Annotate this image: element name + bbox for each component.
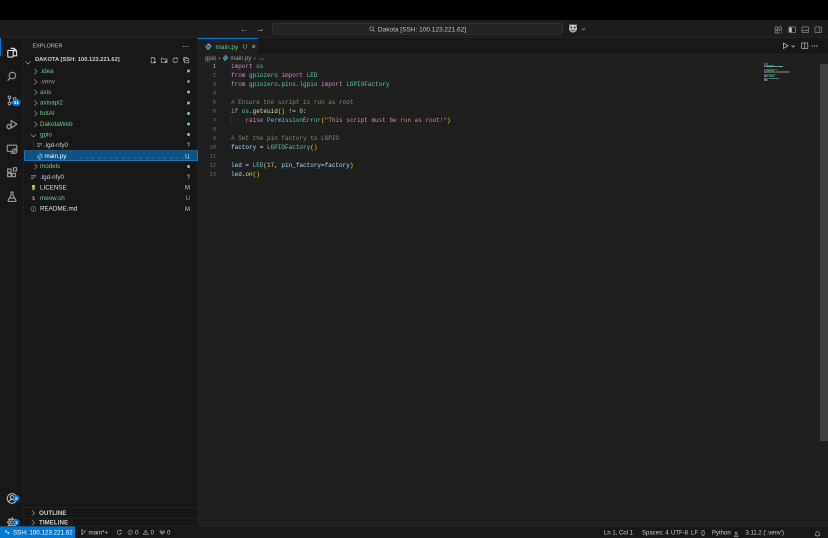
svg-text:$: $	[32, 195, 36, 202]
